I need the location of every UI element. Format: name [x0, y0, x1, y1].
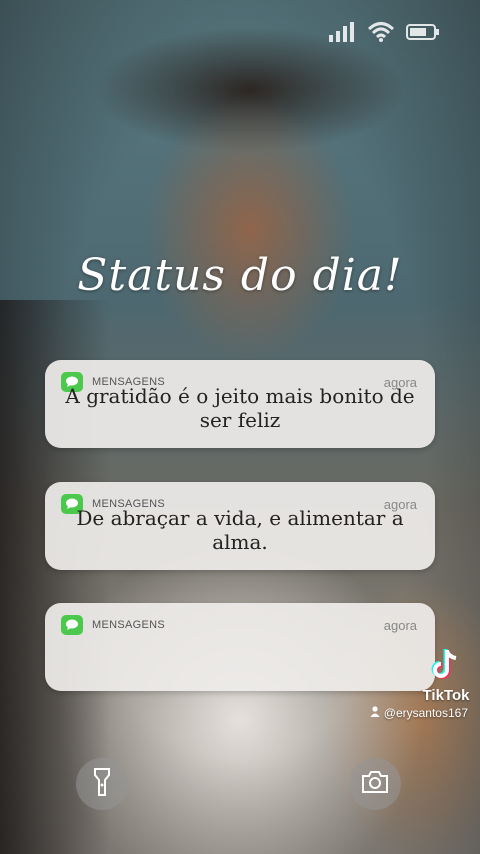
tiktok-handle: @erysantos167	[370, 706, 468, 720]
tiktok-brand-label: TikTok	[422, 687, 470, 704]
status-bar	[328, 18, 440, 46]
camera-button[interactable]	[349, 758, 401, 810]
flashlight-icon	[92, 767, 112, 802]
notification-card-3[interactable]: MENSAGENS agora	[45, 603, 435, 691]
notification-card-2[interactable]: MENSAGENS agora De abraçar a vida, e ali…	[45, 482, 435, 570]
notification-message: De abraçar a vida, e alimentar a alma.	[76, 506, 404, 554]
messages-app-icon	[61, 615, 83, 635]
status-title: Status do dia!	[77, 250, 403, 301]
tiktok-logo-icon	[431, 649, 461, 684]
tiktok-handle-text: @erysantos167	[383, 706, 468, 720]
notification-time: agora	[383, 617, 417, 633]
signal-icon	[328, 21, 356, 43]
notification-app-name: MENSAGENS	[92, 619, 165, 631]
tiktok-watermark: TikTok	[418, 648, 474, 704]
notification-message: A gratidão é o jeito mais bonito de ser …	[65, 384, 415, 432]
user-icon	[370, 706, 380, 720]
flashlight-button[interactable]	[76, 758, 128, 810]
wifi-icon	[368, 21, 394, 43]
notification-card-1[interactable]: MENSAGENS agora A gratidão é o jeito mai…	[45, 360, 435, 448]
camera-icon	[361, 770, 389, 799]
battery-icon	[406, 23, 440, 41]
